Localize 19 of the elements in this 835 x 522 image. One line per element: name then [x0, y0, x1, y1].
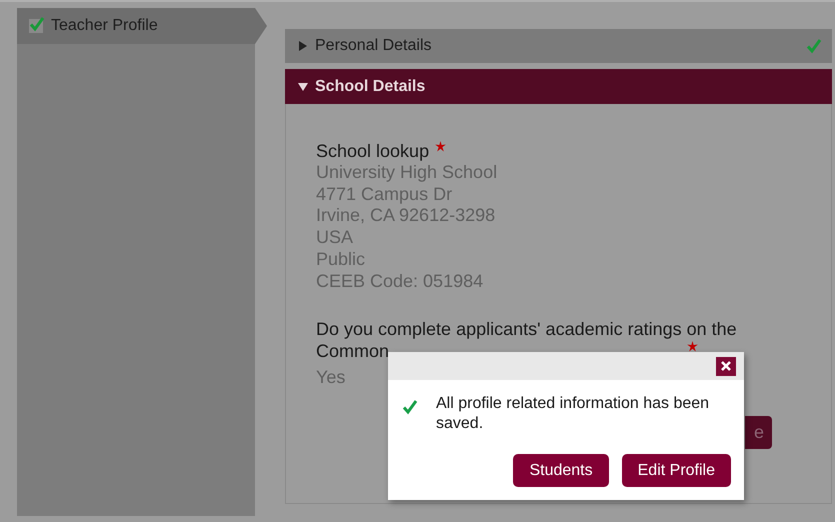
question-label: Common: [316, 340, 390, 362]
section-header[interactable]: School Details: [285, 69, 832, 104]
field-value: University High School: [316, 162, 498, 184]
field-value: Public: [316, 248, 366, 271]
caret-down-icon: [298, 82, 308, 92]
close-button[interactable]: [716, 356, 736, 376]
field-value: USA: [316, 227, 354, 249]
dialog-message: All profile related information has been saved.: [436, 394, 710, 434]
field-value: CEEB Code: 051984: [316, 270, 484, 292]
caret-right-icon: [298, 41, 308, 51]
dialog-button[interactable]: Edit Profile: [622, 454, 731, 487]
field-label: School lookup: [316, 141, 430, 161]
section-header[interactable]: Personal Details: [285, 29, 832, 63]
dialog-button[interactable]: Students: [513, 454, 609, 487]
question-label: Do you complete applicants' academic ratings on the: [316, 318, 737, 340]
close-icon: [721, 361, 731, 371]
field-value: Irvine, CA 92612-3298: [316, 205, 496, 228]
field-value: Yes: [316, 367, 346, 389]
field-value: 4771 Campus Dr: [316, 184, 452, 206]
